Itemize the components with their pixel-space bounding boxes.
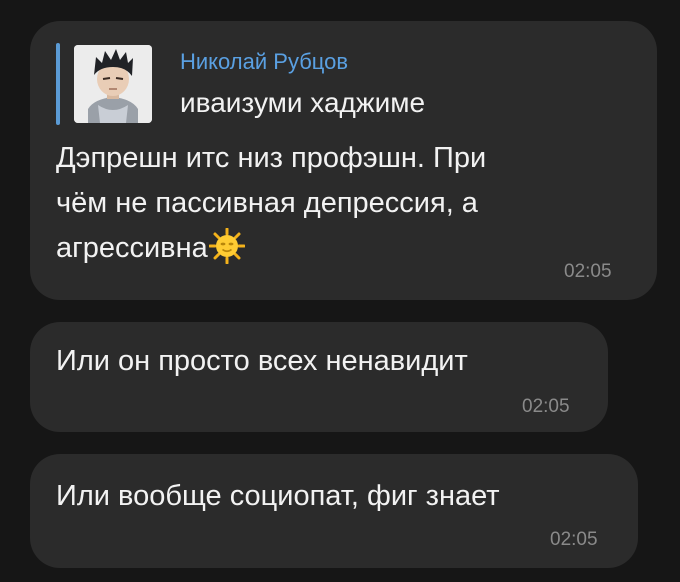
message-line-text: агрессивна: [56, 232, 208, 264]
reply-quoted-text: иваизуми хаджиме: [180, 87, 426, 118]
message-text: Или вообще социопат, фиг знает: [56, 480, 500, 512]
message-line: Дэпрешн итс низ профэшн. При: [56, 142, 487, 174]
reply-quote[interactable]: Николай Рубцов иваизуми хаджиме: [56, 43, 456, 125]
message-line: чём не пассивная депрессия, а: [56, 181, 486, 226]
message-text: Дэпрешн итс низ профэшн. При чём не пасс…: [56, 136, 486, 271]
message-line: агрессивна: [56, 226, 486, 271]
message-timestamp: 02:05: [550, 529, 598, 550]
reply-accent-bar: [56, 43, 60, 125]
message-timestamp: 02:05: [522, 396, 570, 417]
message-bubble[interactable]: Николай Рубцов иваизуми хаджиме Дэпрешн …: [30, 21, 657, 300]
reply-author-name[interactable]: Николай Рубцов: [180, 49, 348, 75]
message-line-text: чём не пассивная депрессия, а: [56, 187, 478, 219]
message-bubble[interactable]: Или он просто всех ненавидит 02:05: [30, 322, 608, 432]
message-bubble[interactable]: Или вообще социопат, фиг знает 02:05: [30, 454, 638, 568]
message-text: Или он просто всех ненавидит: [56, 345, 468, 377]
message-timestamp: 02:05: [564, 261, 612, 282]
sun-with-face-emoji: [208, 227, 246, 265]
anime-character-avatar: [74, 45, 152, 123]
